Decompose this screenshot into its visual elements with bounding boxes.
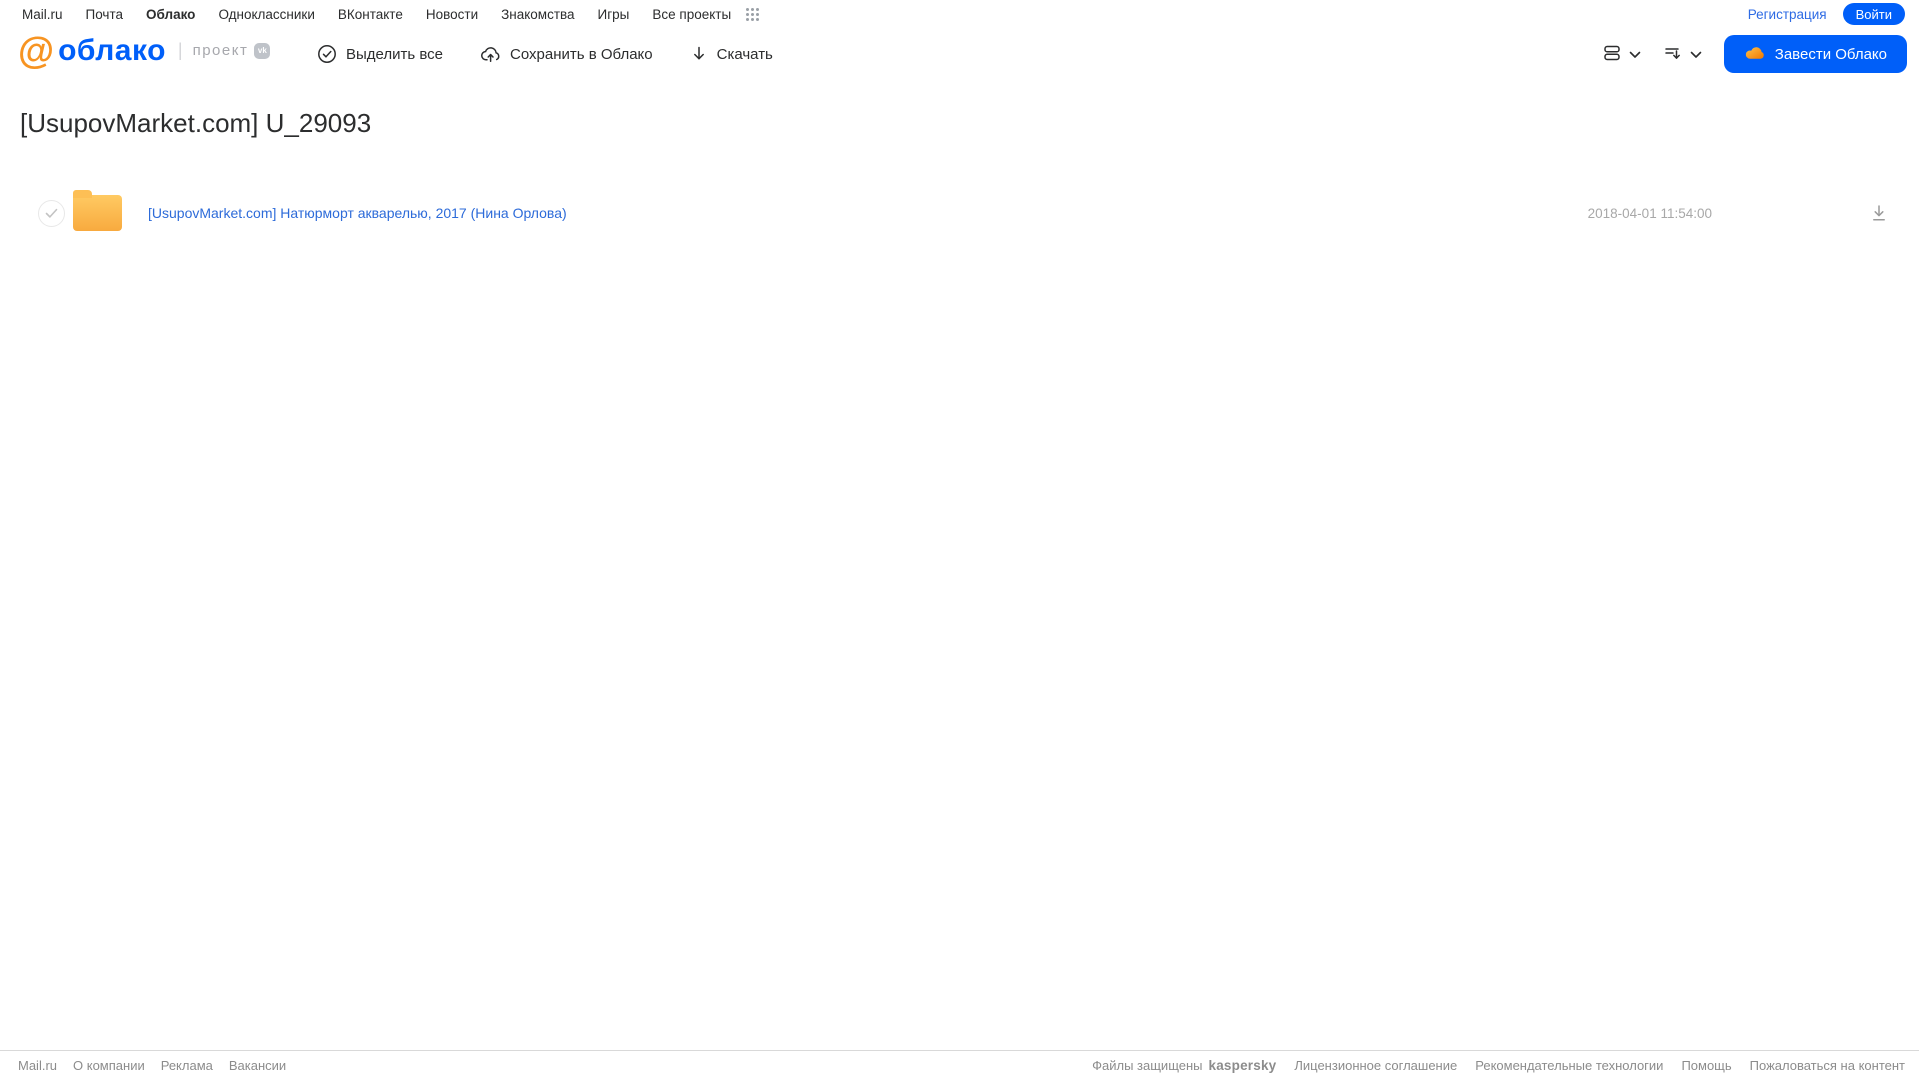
topbar-auth: Регистрация Войти bbox=[1748, 3, 1905, 25]
view-mode-button[interactable] bbox=[1602, 43, 1641, 66]
footer-link-ads[interactable]: Реклама bbox=[161, 1058, 213, 1073]
registration-link[interactable]: Регистрация bbox=[1748, 7, 1827, 22]
logo-text: облако bbox=[58, 33, 166, 67]
save-to-cloud-label: Сохранить в Облако bbox=[510, 45, 653, 63]
row-checkbox[interactable] bbox=[38, 199, 65, 227]
vk-badge-icon: vk bbox=[254, 42, 271, 59]
sort-icon bbox=[1663, 43, 1683, 66]
kaspersky-logo[interactable]: kaspersky bbox=[1209, 1058, 1277, 1073]
logo-divider: | bbox=[177, 40, 183, 60]
folder-icon bbox=[73, 190, 122, 231]
page-title: [UsupovMarket.com] U_29093 bbox=[20, 108, 372, 138]
check-circle-icon bbox=[317, 44, 337, 64]
topbar-link-all-projects[interactable]: Все проекты bbox=[652, 7, 731, 22]
footer-right-links: Файлы защищены kaspersky Лицензионное со… bbox=[1092, 1058, 1905, 1073]
mailru-at-icon: @ bbox=[18, 30, 54, 71]
topbar-link-mailru[interactable]: Mail.ru bbox=[22, 7, 63, 22]
app-header: @ облако | проект vk Выделить все Сохран… bbox=[0, 28, 1919, 80]
footer-link-recommendations[interactable]: Рекомендательные технологии bbox=[1475, 1058, 1663, 1073]
topbar-link-novosti[interactable]: Новости bbox=[426, 7, 478, 22]
topbar-nav: Mail.ru Почта Облако Одноклассники ВКонт… bbox=[22, 7, 760, 22]
topbar-link-pochta[interactable]: Почта bbox=[86, 7, 124, 22]
sort-button[interactable] bbox=[1663, 43, 1702, 66]
login-button[interactable]: Войти bbox=[1842, 3, 1905, 25]
chevron-down-icon bbox=[1690, 47, 1702, 62]
files-protected-label: Файлы защищены bbox=[1092, 1057, 1203, 1073]
get-cloud-button[interactable]: Завести Облако bbox=[1723, 35, 1907, 73]
download-arrow-icon bbox=[690, 45, 708, 63]
orange-cloud-icon bbox=[1744, 44, 1766, 65]
logo-project-label: проект bbox=[192, 42, 249, 59]
file-row[interactable]: [UsupovMarket.com] Натюрморт акварелью, … bbox=[0, 190, 1919, 236]
topbar-link-oblako[interactable]: Облако bbox=[146, 7, 195, 22]
file-date: 2018-04-01 11:54:00 bbox=[1587, 205, 1712, 221]
select-all-label: Выделить все bbox=[346, 45, 444, 63]
footer-link-help[interactable]: Помощь bbox=[1681, 1058, 1731, 1073]
topbar-link-igry[interactable]: Игры bbox=[598, 7, 630, 22]
check-icon bbox=[45, 208, 58, 218]
footer-link-report[interactable]: Пожаловаться на контент bbox=[1750, 1058, 1905, 1073]
file-toolbar: Выделить все Сохранить в Облако Скачать bbox=[317, 28, 773, 80]
apps-grid-icon[interactable] bbox=[746, 7, 760, 21]
download-label: Скачать bbox=[716, 45, 773, 63]
chevron-down-icon bbox=[1629, 47, 1641, 62]
file-name-link[interactable]: [UsupovMarket.com] Натюрморт акварелью, … bbox=[148, 205, 567, 221]
footer-link-license[interactable]: Лицензионное соглашение bbox=[1294, 1058, 1457, 1073]
get-cloud-label: Завести Облако bbox=[1774, 45, 1887, 63]
kaspersky-protection: Файлы защищены kaspersky bbox=[1092, 1058, 1276, 1073]
cloud-public-page: Mail.ru Почта Облако Одноклассники ВКонт… bbox=[0, 0, 1919, 1079]
header-controls: Завести Облако bbox=[1602, 28, 1907, 80]
topbar: Mail.ru Почта Облако Одноклассники ВКонт… bbox=[0, 0, 1919, 28]
download-button[interactable]: Скачать bbox=[690, 45, 773, 63]
save-to-cloud-button[interactable]: Сохранить в Облако bbox=[480, 44, 653, 64]
select-all-button[interactable]: Выделить все bbox=[317, 44, 443, 64]
footer-link-about[interactable]: О компании bbox=[73, 1058, 145, 1073]
footer-link-jobs[interactable]: Вакансии bbox=[229, 1058, 286, 1073]
topbar-link-vkontakte[interactable]: ВКонтакте bbox=[338, 7, 403, 22]
cloud-upload-icon bbox=[480, 44, 501, 64]
list-view-icon bbox=[1602, 43, 1622, 66]
row-download-button[interactable] bbox=[1869, 203, 1889, 223]
topbar-link-odnoklassniki[interactable]: Одноклассники bbox=[218, 7, 314, 22]
download-underline-icon bbox=[1873, 205, 1885, 221]
footer-left-links: Mail.ru О компании Реклама Вакансии bbox=[18, 1058, 286, 1073]
footer: Mail.ru О компании Реклама Вакансии Файл… bbox=[0, 1050, 1919, 1079]
topbar-link-znakomstva[interactable]: Знакомства bbox=[501, 7, 574, 22]
cloud-logo[interactable]: @ облако | проект vk bbox=[18, 30, 271, 71]
footer-link-mailru[interactable]: Mail.ru bbox=[18, 1058, 57, 1073]
